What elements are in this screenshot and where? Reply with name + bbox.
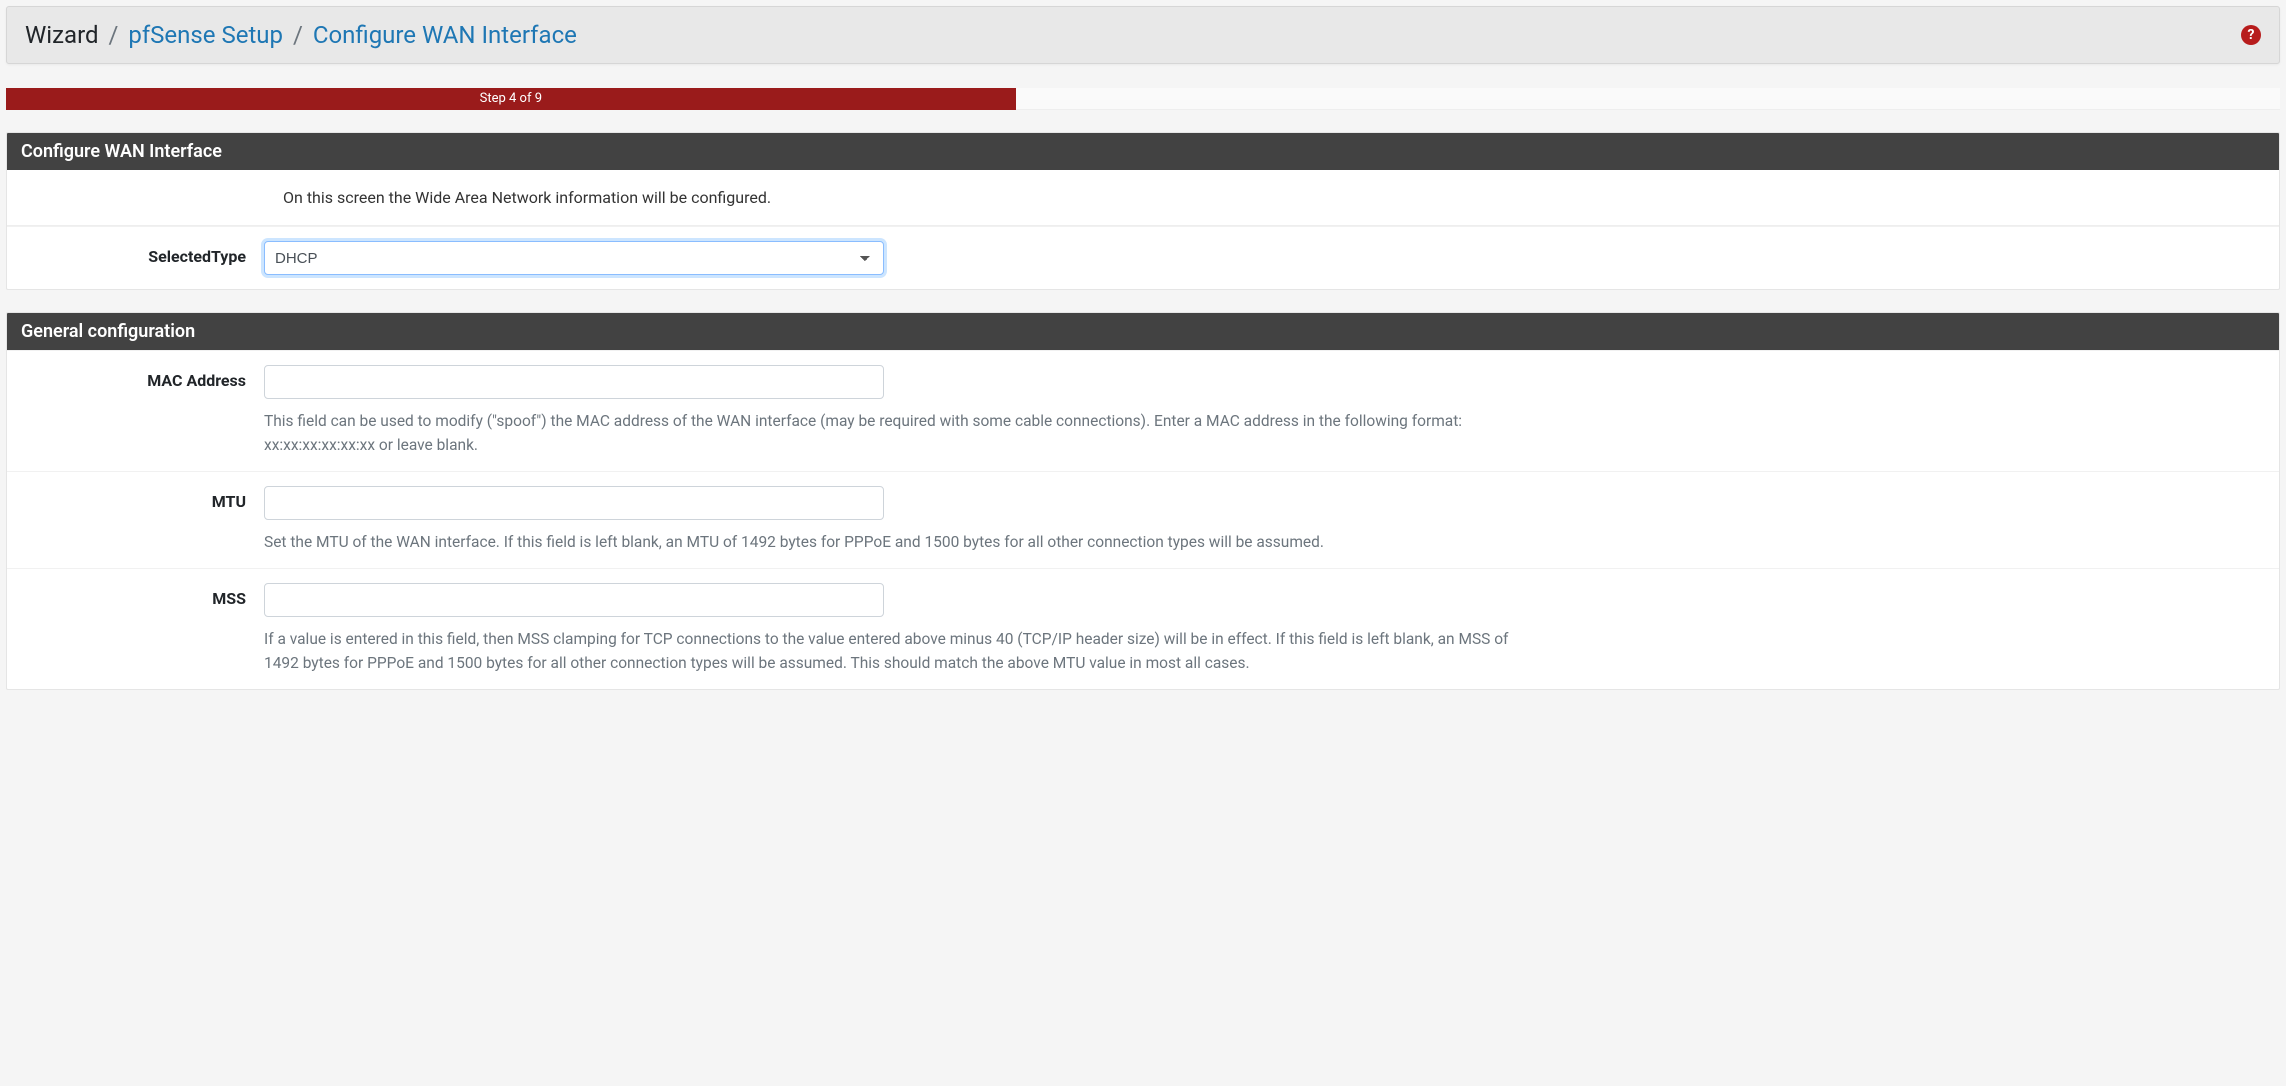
selectedtype-select[interactable]: DHCP bbox=[264, 241, 884, 275]
panel-title: General configuration bbox=[7, 313, 2279, 350]
mtu-input[interactable] bbox=[264, 486, 884, 520]
label-mtu: MTU bbox=[19, 486, 264, 511]
label-selectedtype: SelectedType bbox=[19, 241, 264, 266]
breadcrumb-link-current[interactable]: Configure WAN Interface bbox=[313, 21, 577, 49]
breadcrumb: Wizard / pfSense Setup / Configure WAN I… bbox=[25, 21, 577, 49]
row-mtu: MTU Set the MTU of the WAN interface. If… bbox=[7, 471, 2279, 568]
panel-title: Configure WAN Interface bbox=[7, 133, 2279, 170]
help-mss: If a value is entered in this field, the… bbox=[264, 627, 1524, 675]
label-mac-address: MAC Address bbox=[19, 365, 264, 390]
progress-bar: Step 4 of 9 bbox=[6, 88, 1016, 110]
help-icon[interactable]: ? bbox=[2241, 25, 2261, 45]
progress-track: Step 4 of 9 bbox=[6, 88, 2280, 110]
help-mac-address: This field can be used to modify ("spoof… bbox=[264, 409, 1524, 457]
mss-input[interactable] bbox=[264, 583, 884, 617]
help-mtu: Set the MTU of the WAN interface. If thi… bbox=[264, 530, 1524, 554]
row-selectedtype: SelectedType DHCP bbox=[7, 226, 2279, 289]
breadcrumb-separator: / bbox=[109, 21, 119, 49]
page-header: Wizard / pfSense Setup / Configure WAN I… bbox=[6, 6, 2280, 64]
breadcrumb-root: Wizard bbox=[25, 21, 99, 49]
breadcrumb-separator: / bbox=[293, 21, 303, 49]
breadcrumb-link-setup[interactable]: pfSense Setup bbox=[128, 21, 283, 49]
panel-configure-wan: Configure WAN Interface On this screen t… bbox=[6, 132, 2280, 290]
panel-intro-text: On this screen the Wide Area Network inf… bbox=[7, 170, 2279, 226]
panel-general-config: General configuration MAC Address This f… bbox=[6, 312, 2280, 690]
row-mac-address: MAC Address This field can be used to mo… bbox=[7, 350, 2279, 471]
label-mss: MSS bbox=[19, 583, 264, 608]
mac-address-input[interactable] bbox=[264, 365, 884, 399]
row-mss: MSS If a value is entered in this field,… bbox=[7, 568, 2279, 689]
